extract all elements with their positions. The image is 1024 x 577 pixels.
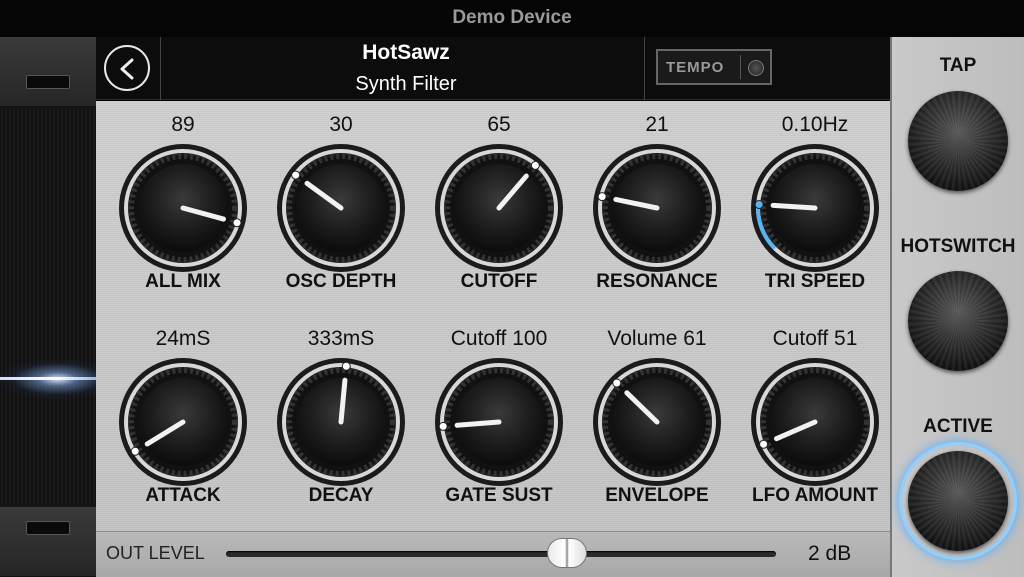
level-meter <box>0 109 96 505</box>
rotary-knob[interactable] <box>276 357 406 487</box>
knob-decay[interactable]: 333mS DECAY <box>262 309 420 509</box>
preset-name[interactable]: HotSawz <box>296 41 516 65</box>
knob-osc-depth[interactable]: 30 OSC DEPTH <box>262 95 420 295</box>
knob-pointer <box>770 202 818 211</box>
divider <box>644 37 645 100</box>
meter-line <box>0 377 96 380</box>
knob-value: 89 <box>171 113 195 136</box>
header: HotSawz Synth Filter TEMPO <box>96 37 890 100</box>
out-level-label: OUT LEVEL <box>106 543 205 563</box>
rotary-knob[interactable] <box>750 143 880 273</box>
tap-footswitch[interactable] <box>902 85 1014 197</box>
knob-position-dot <box>754 199 764 209</box>
knob-lfo-amount[interactable]: Cutoff 51 LFO AMOUNT <box>736 309 894 509</box>
knob-attack[interactable]: 24mS ATTACK <box>104 309 262 509</box>
tempo-button[interactable]: TEMPO <box>656 49 772 85</box>
rotary-knob[interactable] <box>276 143 406 273</box>
hotswitch-footswitch[interactable] <box>902 265 1014 377</box>
knob-position-dot <box>438 421 448 431</box>
knob-tri-speed[interactable]: 0.10Hz TRI SPEED <box>736 95 894 295</box>
knob-label: ATTACK <box>145 485 221 506</box>
knob-value: Cutoff 51 <box>772 327 858 350</box>
slot-indicator <box>26 75 70 89</box>
right-sidebar: TAP HOTSWITCH ACTIVE <box>890 37 1024 577</box>
knob-label: LFO AMOUNT <box>752 485 878 506</box>
knob-position-dot <box>597 192 607 202</box>
active-label: ACTIVE <box>923 416 993 437</box>
tempo-label: TEMPO <box>666 59 725 76</box>
footswitch-knob <box>908 271 1008 371</box>
out-level-slider-handle[interactable] <box>547 538 587 568</box>
knob-cutoff[interactable]: 65 CUTOFF <box>420 95 578 295</box>
knob-value: 333mS <box>307 327 375 350</box>
knob-panel: 89 ALL MIX 30 OSC DEPTH 65 CUTOFF 21 RESONANCE 0… <box>96 101 890 531</box>
slot-indicator <box>26 521 70 535</box>
rotary-knob[interactable] <box>434 357 564 487</box>
knob-value: 65 <box>487 113 511 136</box>
knob-value: 30 <box>329 113 353 136</box>
knob-position-dot <box>612 378 622 388</box>
hotswitch-label: HOTSWITCH <box>900 236 1016 257</box>
knob-position-dot <box>130 446 140 456</box>
knob-envelope[interactable]: Volume 61 ENVELOPE <box>578 309 736 509</box>
left-strip <box>0 37 96 577</box>
knob-position-dot <box>291 170 301 180</box>
chevron-left-icon <box>120 58 134 80</box>
rotary-knob[interactable] <box>118 143 248 273</box>
knob-position-dot <box>232 218 242 228</box>
knob-label: OSC DEPTH <box>285 271 397 292</box>
knob-gate-sust[interactable]: Cutoff 100 GATE SUST <box>420 309 578 509</box>
rotary-knob[interactable] <box>750 357 880 487</box>
knob-value: 21 <box>645 113 669 136</box>
knob-label: DECAY <box>308 485 374 506</box>
rotary-knob[interactable] <box>592 357 722 487</box>
footswitch-knob <box>908 91 1008 191</box>
left-top-button[interactable] <box>0 37 96 107</box>
knob-label: TRI SPEED <box>764 271 866 292</box>
knob-position-dot <box>341 361 351 371</box>
out-level-value: 2 dB <box>808 542 852 565</box>
knob-value: 24mS <box>155 327 211 350</box>
out-level-bar: OUT LEVEL 2 dB <box>96 531 890 577</box>
active-footswitch[interactable] <box>902 445 1014 557</box>
knob-label: GATE SUST <box>445 485 553 506</box>
knob-value: Volume 61 <box>607 327 707 350</box>
knob-resonance[interactable]: 21 RESONANCE <box>578 95 736 295</box>
knob-label: ALL MIX <box>145 271 221 292</box>
divider <box>160 37 161 100</box>
left-bottom-button[interactable] <box>0 507 96 577</box>
rotary-knob[interactable] <box>592 143 722 273</box>
tempo-led-icon <box>748 60 764 76</box>
tap-label: TAP <box>939 55 977 76</box>
title-bar: Demo Device <box>0 0 1024 37</box>
back-button[interactable] <box>104 45 150 91</box>
footswitch-knob <box>908 451 1008 551</box>
knob-label: ENVELOPE <box>605 485 709 506</box>
out-level-slider-track[interactable] <box>226 551 776 557</box>
knob-value: Cutoff 100 <box>450 327 548 350</box>
divider <box>740 55 741 79</box>
knob-position-dot <box>759 439 769 449</box>
knob-value: 0.10Hz <box>781 113 849 136</box>
knob-all-mix[interactable]: 89 ALL MIX <box>104 95 262 295</box>
window-title: Demo Device <box>452 7 572 28</box>
rotary-knob[interactable] <box>434 143 564 273</box>
knob-pointer <box>454 419 502 428</box>
knob-label: CUTOFF <box>460 271 538 292</box>
rotary-knob[interactable] <box>118 357 248 487</box>
knob-position-dot <box>530 160 540 170</box>
device-name: Synth Filter <box>355 73 457 95</box>
knob-label: RESONANCE <box>596 271 718 292</box>
